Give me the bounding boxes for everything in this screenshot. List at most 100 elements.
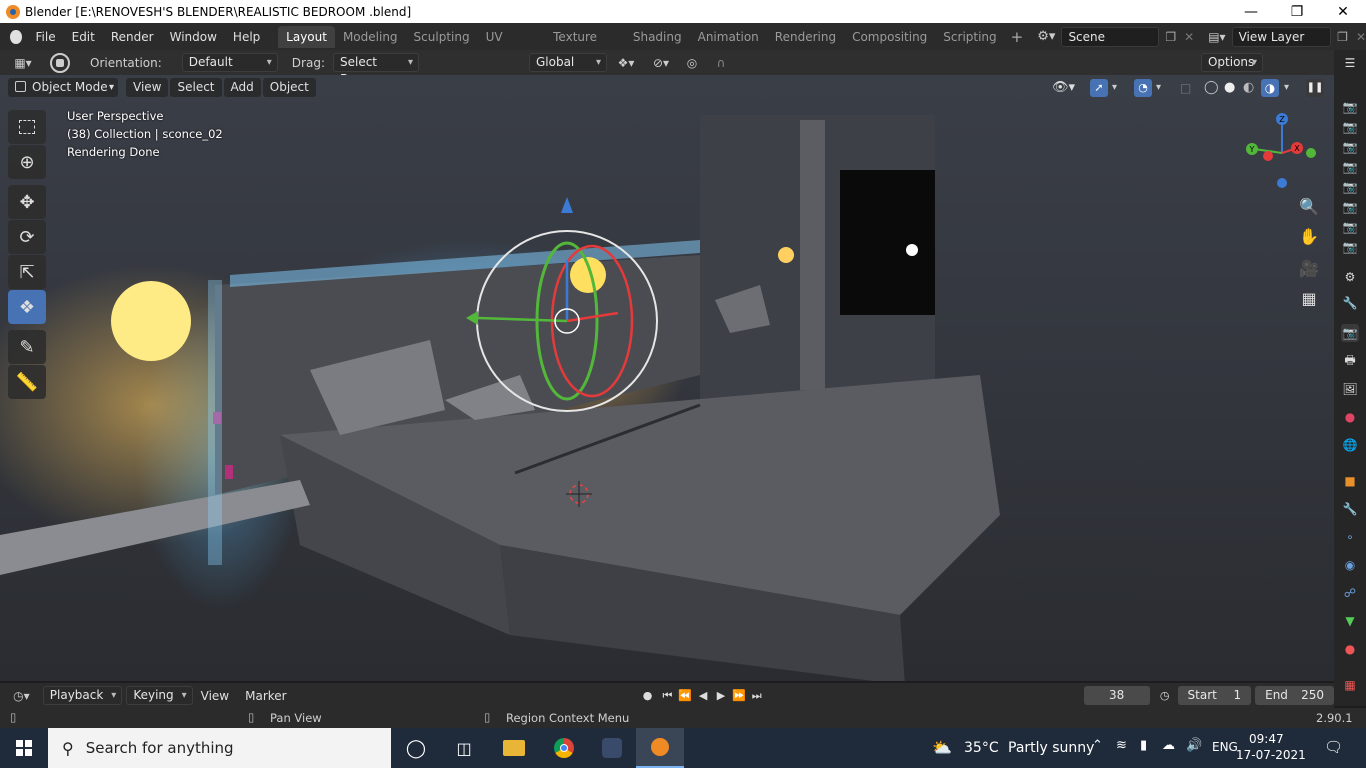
shading-dropdown-icon[interactable]: ▾ (1284, 82, 1289, 93)
object-properties-icon[interactable]: ■ (1341, 472, 1359, 490)
tab-texture-paint[interactable]: Texture Paint (545, 26, 625, 66)
physics-properties-icon[interactable]: ◉ (1341, 556, 1359, 574)
menu-window[interactable]: Window (162, 26, 225, 48)
blender-menu-icon[interactable] (10, 29, 22, 44)
jump-end-icon[interactable]: ⏭ (748, 686, 766, 706)
proportional-edit-icon[interactable]: ◎ (681, 53, 703, 72)
blender-taskbar-icon[interactable] (636, 728, 684, 768)
play-reverse-icon[interactable]: ◀ (694, 686, 712, 706)
render-camera-icon-1[interactable]: 📷 (1341, 98, 1359, 116)
rendered-shading-icon[interactable]: ◑ (1261, 78, 1279, 97)
close-button[interactable]: ✕ (1320, 0, 1366, 23)
minimize-button[interactable]: — (1228, 0, 1274, 23)
clock-date[interactable]: 17-07-2021 (1236, 748, 1306, 762)
output-properties-icon[interactable]: 🖶 (1341, 352, 1359, 370)
prev-keyframe-icon[interactable]: ⏪ (676, 686, 694, 706)
select-box-tool-icon[interactable] (8, 110, 46, 144)
pause-render-icon[interactable]: ❚❚ (1306, 78, 1324, 97)
constraints-properties-icon[interactable]: ☍ (1341, 584, 1359, 602)
tab-layout[interactable]: Layout (278, 25, 335, 48)
pivot-point-icon[interactable]: ❖▾ (611, 53, 641, 72)
3d-viewport[interactable]: User Perspective (38) Collection | sconc… (0, 75, 1334, 681)
weather-temp[interactable]: 35°C (964, 740, 999, 756)
timeline-view-menu[interactable]: View (193, 685, 237, 707)
tab-modeling[interactable]: Modeling (335, 26, 406, 48)
gizmo-z-arrow[interactable] (561, 197, 573, 213)
davinci-resolve-icon[interactable] (588, 728, 636, 768)
tab-animation[interactable]: Animation (690, 26, 767, 48)
view-layer-properties-icon[interactable]: 🖼 (1341, 380, 1359, 398)
scene-field[interactable]: Scene (1061, 26, 1160, 47)
modifier-properties-icon[interactable]: 🔧 (1341, 500, 1359, 518)
tab-shading[interactable]: Shading (625, 26, 690, 48)
viewport-menu-select[interactable]: Select (170, 78, 222, 97)
texture-properties-icon[interactable]: ▦ (1341, 676, 1359, 694)
cloud-icon[interactable]: ☁ (1162, 738, 1175, 753)
render-camera-icon-5[interactable]: 📷 (1341, 178, 1359, 196)
delete-view-layer-icon[interactable]: ✕ (1356, 30, 1366, 44)
keying-menu[interactable]: Keying (126, 686, 193, 705)
tab-uv-editing[interactable]: UV Editing (478, 26, 546, 66)
menu-edit[interactable]: Edit (64, 26, 103, 48)
perspective-grid-icon[interactable]: ▦ (1296, 285, 1322, 311)
weather-desc[interactable]: Partly sunny (1008, 740, 1094, 756)
taskbar-search-input[interactable]: ⚲ Search for anything (48, 728, 391, 768)
render-camera-icon-7[interactable]: 📷 (1341, 218, 1359, 236)
render-camera-icon-2[interactable]: 📷 (1341, 118, 1359, 136)
copy-scene-icon[interactable]: ❐ (1165, 30, 1176, 44)
record-icon[interactable]: ● (639, 686, 657, 706)
particles-properties-icon[interactable]: ∘ (1341, 528, 1359, 546)
scene-icon[interactable]: ⚙▾ (1037, 29, 1055, 44)
tab-compositing[interactable]: Compositing (844, 26, 935, 48)
current-frame-field[interactable]: 38 (1083, 686, 1150, 705)
render-camera-icon-4[interactable]: 📷 (1341, 158, 1359, 176)
jump-start-icon[interactable]: ⏮ (658, 686, 676, 706)
chrome-icon[interactable] (540, 728, 588, 768)
render-camera-icon-3[interactable]: 📷 (1341, 138, 1359, 156)
start-frame-field[interactable]: Start 1 (1177, 686, 1252, 705)
cortana-icon[interactable]: ◯ (392, 728, 440, 768)
clock-icon[interactable]: ◷ (1156, 686, 1174, 706)
nav-neg-x-icon[interactable] (1263, 151, 1273, 161)
show-hidden-icons-icon[interactable]: ⌃ (1092, 738, 1103, 753)
scene-properties-icon[interactable]: ● (1341, 408, 1359, 426)
properties-editor-icon[interactable]: ☰ (1341, 54, 1359, 72)
material-shading-icon[interactable]: ◐ (1243, 80, 1254, 95)
annotate-tool-icon[interactable]: ✎ (8, 330, 46, 364)
view-layer-icon[interactable]: ▤▾ (1208, 30, 1225, 44)
task-view-icon[interactable]: ◫ (440, 728, 488, 768)
weather-icon[interactable]: ⛅ (932, 738, 952, 757)
view-layer-field[interactable]: View Layer (1231, 26, 1332, 47)
tool-properties-icon[interactable]: ⚙ (1341, 268, 1359, 286)
battery-icon[interactable]: ▮ (1140, 738, 1147, 753)
timeline-editor-type-icon[interactable]: ◷▾ (8, 686, 35, 705)
options-dropdown[interactable]: Options (1200, 53, 1263, 72)
viewport-menu-view[interactable]: View (126, 78, 169, 97)
viewport-menu-object[interactable]: Object (262, 78, 316, 97)
language-indicator[interactable]: ENG (1212, 740, 1238, 754)
wrench-tools-icon[interactable]: 🔧 (1341, 294, 1359, 312)
viewport-menu-add[interactable]: Add (223, 78, 261, 97)
next-keyframe-icon[interactable]: ⏩ (730, 686, 748, 706)
render-properties-icon[interactable]: 📷 (1341, 324, 1359, 342)
playback-menu[interactable]: Playback (42, 686, 123, 705)
active-tool-icon[interactable] (50, 52, 70, 73)
menu-help[interactable]: Help (225, 26, 268, 48)
copy-view-layer-icon[interactable]: ❐ (1337, 30, 1348, 44)
gizmo-dropdown-icon[interactable]: ▾ (1112, 82, 1117, 93)
clock-time[interactable]: 09:47 (1249, 732, 1284, 746)
overlays-toggle-icon[interactable]: ◔ (1134, 78, 1152, 97)
menu-render[interactable]: Render (103, 26, 162, 48)
navigation-gizmo[interactable]: Z Y X (1242, 113, 1322, 193)
mode-dropdown[interactable]: Object Mode ▾ (8, 78, 118, 97)
measure-tool-icon[interactable]: 📏 (8, 365, 46, 399)
pan-hand-icon[interactable]: ✋ (1296, 223, 1322, 249)
drag-dropdown[interactable]: Select Box (332, 53, 419, 86)
scale-tool-icon[interactable]: ⇱ (8, 255, 46, 289)
tab-scripting[interactable]: Scripting (935, 26, 1004, 48)
wireframe-shading-icon[interactable]: ◯ (1204, 80, 1219, 95)
transform-orientation-dropdown[interactable]: Global (528, 53, 607, 72)
nav-neg-y-icon[interactable] (1306, 148, 1316, 158)
camera-view-icon[interactable]: 🎥 (1296, 255, 1322, 281)
world-properties-icon[interactable]: 🌐 (1341, 436, 1359, 454)
